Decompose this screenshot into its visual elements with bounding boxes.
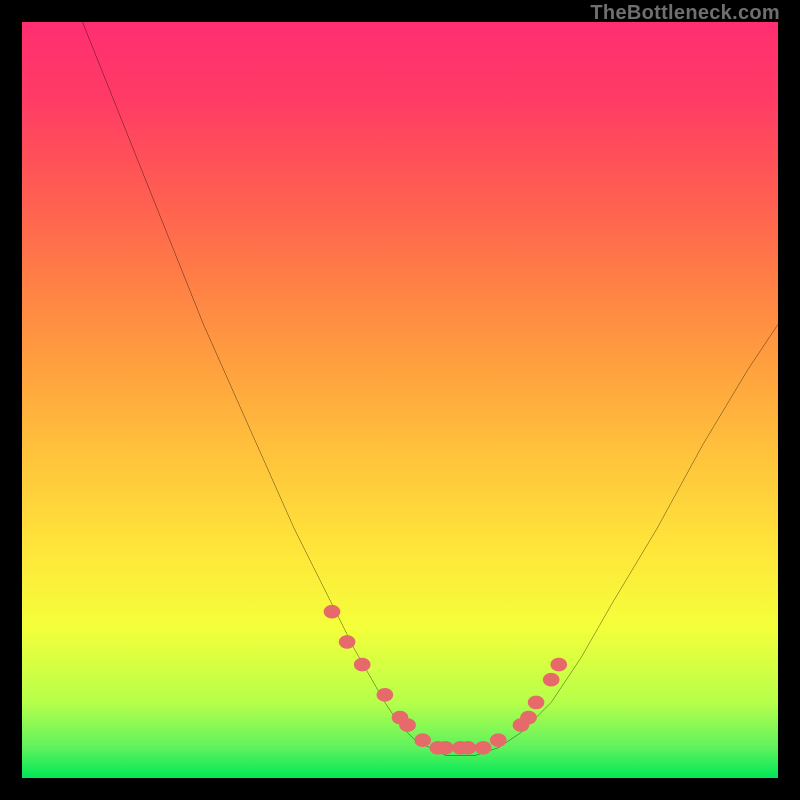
plot-gradient-area xyxy=(22,22,778,778)
highlight-markers xyxy=(324,605,567,755)
chart-svg xyxy=(22,22,778,778)
marker-point xyxy=(550,658,567,672)
chart-container: TheBottleneck.com xyxy=(0,0,800,800)
marker-point xyxy=(437,741,454,755)
marker-point xyxy=(399,718,416,732)
marker-point xyxy=(339,635,356,649)
marker-point xyxy=(460,741,477,755)
marker-point xyxy=(543,673,560,687)
marker-point xyxy=(377,688,394,702)
marker-point xyxy=(490,733,507,747)
bottleneck-curve xyxy=(82,22,778,755)
marker-point xyxy=(528,696,545,710)
marker-point xyxy=(414,733,431,747)
marker-point xyxy=(475,741,492,755)
marker-point xyxy=(324,605,341,619)
marker-point xyxy=(520,711,537,725)
marker-point xyxy=(354,658,371,672)
